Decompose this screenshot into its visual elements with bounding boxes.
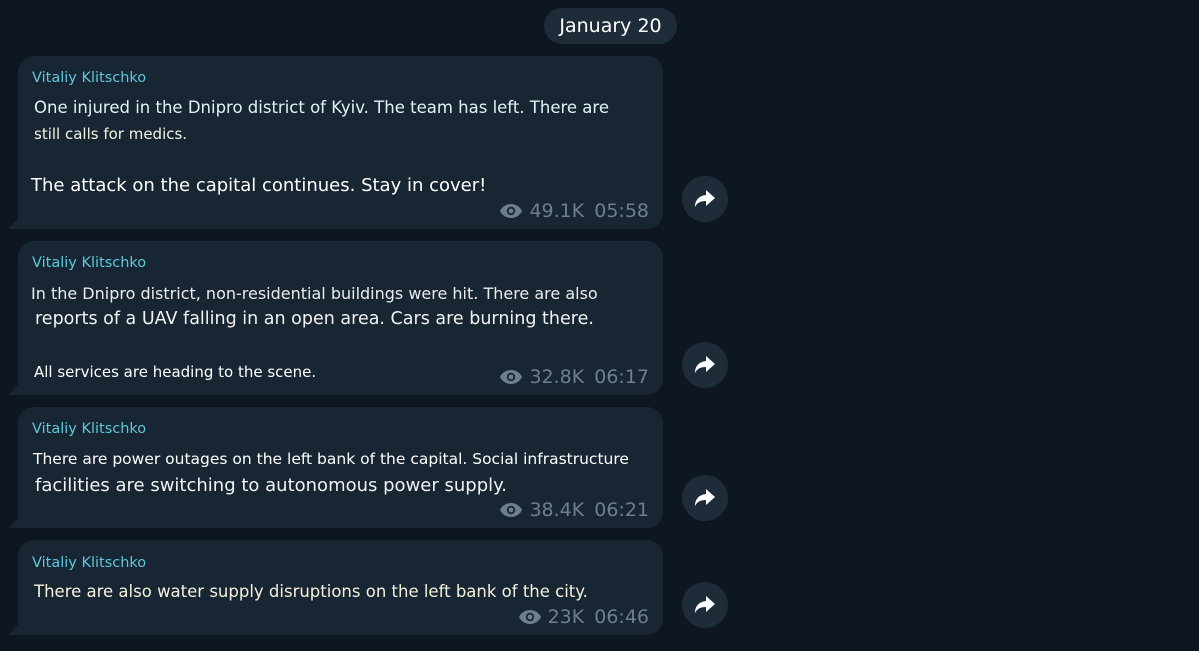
message-meta: 38.4K 06:21	[499, 499, 649, 521]
message-meta: 23K 06:46	[518, 606, 649, 628]
view-count: 32.8K	[529, 366, 585, 388]
forward-arrow-icon	[695, 190, 715, 207]
date-separator: January 20	[544, 8, 677, 44]
sender-name[interactable]: Vitaliy Klitschko	[32, 255, 146, 271]
sender-name[interactable]: Vitaliy Klitschko	[32, 421, 146, 437]
message-text-line: One injured in the Dnipro district of Ky…	[34, 98, 609, 117]
message-text-line: The attack on the capital continues. Sta…	[31, 175, 487, 196]
forward-button[interactable]	[682, 475, 728, 521]
message-bubble[interactable]: Vitaliy Klitschko In the Dnipro district…	[8, 241, 663, 395]
message-text-line: There are power outages on the left bank…	[33, 450, 629, 468]
forward-button[interactable]	[682, 176, 728, 222]
eye-icon	[499, 203, 523, 219]
bubble-tail	[8, 215, 22, 229]
forward-arrow-icon	[695, 356, 715, 373]
message-bubble[interactable]: Vitaliy Klitschko There are power outage…	[8, 407, 663, 528]
eye-icon	[499, 502, 523, 518]
message-time: 06:17	[594, 366, 649, 388]
forward-arrow-icon	[695, 596, 715, 613]
message-text-line: still calls for medics.	[34, 125, 188, 143]
view-count: 38.4K	[529, 499, 585, 521]
bubble-tail	[8, 381, 22, 395]
view-count: 49.1K	[529, 200, 585, 222]
bubble-tail	[8, 621, 22, 635]
bubble-tail	[8, 514, 22, 528]
message-time: 06:21	[594, 499, 649, 521]
forward-button[interactable]	[682, 342, 728, 388]
message-meta: 32.8K 06:17	[499, 366, 649, 388]
message-meta: 49.1K 05:58	[499, 200, 649, 222]
message-bubble[interactable]: Vitaliy Klitschko There are also water s…	[8, 540, 663, 635]
message-text-line: facilities are switching to autonomous p…	[35, 475, 507, 496]
chat-view: January 20 Vitaliy Klitschko One injured…	[0, 0, 1199, 651]
message-text-line: In the Dnipro district, non-residential …	[31, 284, 598, 303]
forward-arrow-icon	[695, 489, 715, 506]
message-time: 06:46	[594, 606, 649, 628]
forward-button[interactable]	[682, 582, 728, 628]
sender-name[interactable]: Vitaliy Klitschko	[32, 70, 146, 86]
message-text-line: reports of a UAV falling in an open area…	[35, 309, 594, 329]
message-time: 05:58	[594, 200, 649, 222]
view-count: 23K	[547, 606, 585, 628]
eye-icon	[499, 369, 523, 385]
message-text-line: All services are heading to the scene.	[34, 363, 317, 381]
eye-icon	[518, 609, 542, 625]
sender-name[interactable]: Vitaliy Klitschko	[32, 555, 146, 571]
message-text-line: There are also water supply disruptions …	[34, 582, 588, 601]
message-bubble[interactable]: Vitaliy Klitschko One injured in the Dni…	[8, 56, 663, 229]
